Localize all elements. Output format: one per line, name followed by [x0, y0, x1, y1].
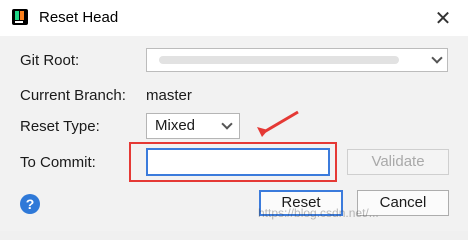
arrow-shaft — [263, 110, 299, 134]
annotation-arrow — [257, 110, 299, 137]
